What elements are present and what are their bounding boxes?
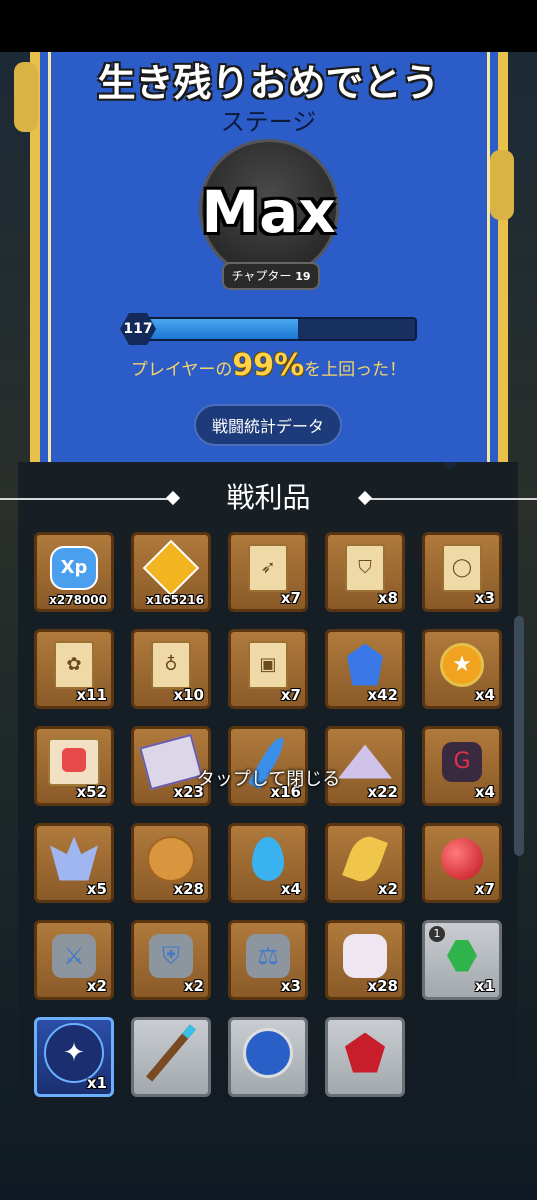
loot-item-white-stone[interactable]: x28 [325,920,405,1000]
percentile-suffix: を上回った！ [304,360,407,380]
item-count: x28 [367,977,398,995]
item-count: x1 [474,977,495,995]
loot-item-blue-emblem[interactable]: ✦ x1 [34,1017,114,1097]
item-count: x278000 [49,593,107,607]
white-stone-icon [343,933,387,978]
loot-item-green-gem[interactable]: 1 x1 [422,920,502,1000]
scroll-necklace-icon: ♁ [151,640,191,689]
item-count: x3 [474,589,495,607]
loot-item-staff[interactable] [131,1017,211,1097]
item-count: x28 [173,880,204,898]
sword-stone-icon: ⚔ [52,933,96,978]
scroll-armor-icon: ⛉ [345,543,385,592]
star-medal-icon: ★ [440,642,484,687]
item-count: x1 [86,1074,107,1092]
chapter-plate: チャプター 19 [222,262,320,290]
chapter-number: 19 [295,270,311,283]
item-tier-badge: 1 [429,926,445,942]
green-gem-icon [447,939,477,972]
loot-item-red-orb[interactable]: x7 [422,823,502,903]
loot-item-scale-stone[interactable]: ⚖ x3 [228,920,308,1000]
loot-item-armor-scroll[interactable]: ⛉ x8 [325,532,405,612]
loot-item-xp[interactable]: Xp x278000 [34,532,114,612]
xp-progress-fill [142,319,298,339]
scroll-paw-icon: ✿ [54,640,94,689]
red-amulet-icon [345,1032,385,1073]
eagle-amulet-icon [243,1027,293,1078]
item-count: x5 [86,880,107,898]
item-count: x8 [377,589,398,607]
loot-item-ring-scroll[interactable]: ◯ x3 [422,532,502,612]
loot-item-cookie[interactable]: x28 [131,823,211,903]
loot-item-bow-token[interactable]: x165216 [131,532,211,612]
victory-title: 生き残りおめでとう [97,61,440,105]
item-count: x165216 [146,593,204,607]
loot-item-crystal[interactable]: x5 [34,823,114,903]
percentile-prefix: プレイヤーの [130,360,233,380]
shield-stone-icon: ⛨ [149,933,193,978]
red-orb-icon [441,837,483,880]
item-count: x2 [377,880,398,898]
loot-item-weapon-scroll[interactable]: ➶ x7 [228,532,308,612]
loot-item-sword-stone[interactable]: ⚔ x2 [34,920,114,1000]
cookie-icon [147,835,195,882]
battle-stats-button[interactable]: 戦闘統計データ [194,404,342,446]
scroll-ring-icon: ◯ [442,543,482,592]
loot-item-gold-leaf[interactable]: x2 [325,823,405,903]
item-count: x42 [367,686,398,704]
water-drop-icon [252,836,284,881]
item-count: x4 [280,880,301,898]
item-count: x2 [183,977,204,995]
loot-item-necklace-scroll[interactable]: ♁ x10 [131,629,211,709]
loot-item-blue-gem[interactable]: x42 [325,629,405,709]
item-count: x3 [280,977,301,995]
item-count: x4 [474,686,495,704]
bow-diamond-icon [142,539,200,596]
percentile-text: プレイヤーの99%を上回った！ [0,348,537,383]
crystal-cluster-icon [50,836,98,881]
chapter-label: チャプター [231,269,292,283]
stage-value: Max [201,178,336,246]
loot-item-medal[interactable]: ★ x4 [422,629,502,709]
loot-item-book-scroll[interactable]: ▣ x7 [228,629,308,709]
loot-item-water-drop[interactable]: x4 [228,823,308,903]
staff-icon [146,1019,196,1087]
loot-item-shield-stone[interactable]: ⛨ x2 [131,920,211,1000]
stage-label: ステージ [220,108,317,136]
item-count: x7 [474,880,495,898]
item-count: x10 [173,686,204,704]
loot-title: 戦利品 [226,481,311,514]
scale-stone-icon: ⚖ [246,933,290,978]
item-count: x11 [76,686,107,704]
scroll-book-icon: ▣ [248,640,288,689]
loot-item-red-amulet[interactable] [325,1017,405,1097]
blue-gem-icon [347,643,383,686]
tap-to-close-hint[interactable]: タップして閉じる [0,765,537,791]
loot-item-eagle-amulet[interactable] [228,1017,308,1097]
item-count: x7 [280,589,301,607]
percentile-value: 99% [232,348,305,383]
xp-badge-icon: Xp [50,545,98,590]
item-count: x7 [280,686,301,704]
status-bar [0,0,537,52]
loot-scrollbar[interactable] [514,616,524,856]
scroll-bow-icon: ➶ [248,543,288,592]
loot-item-pet-scroll[interactable]: ✿ x11 [34,629,114,709]
xp-progress-bar [140,317,417,341]
gold-leaf-icon [342,831,388,886]
item-count: x2 [86,977,107,995]
